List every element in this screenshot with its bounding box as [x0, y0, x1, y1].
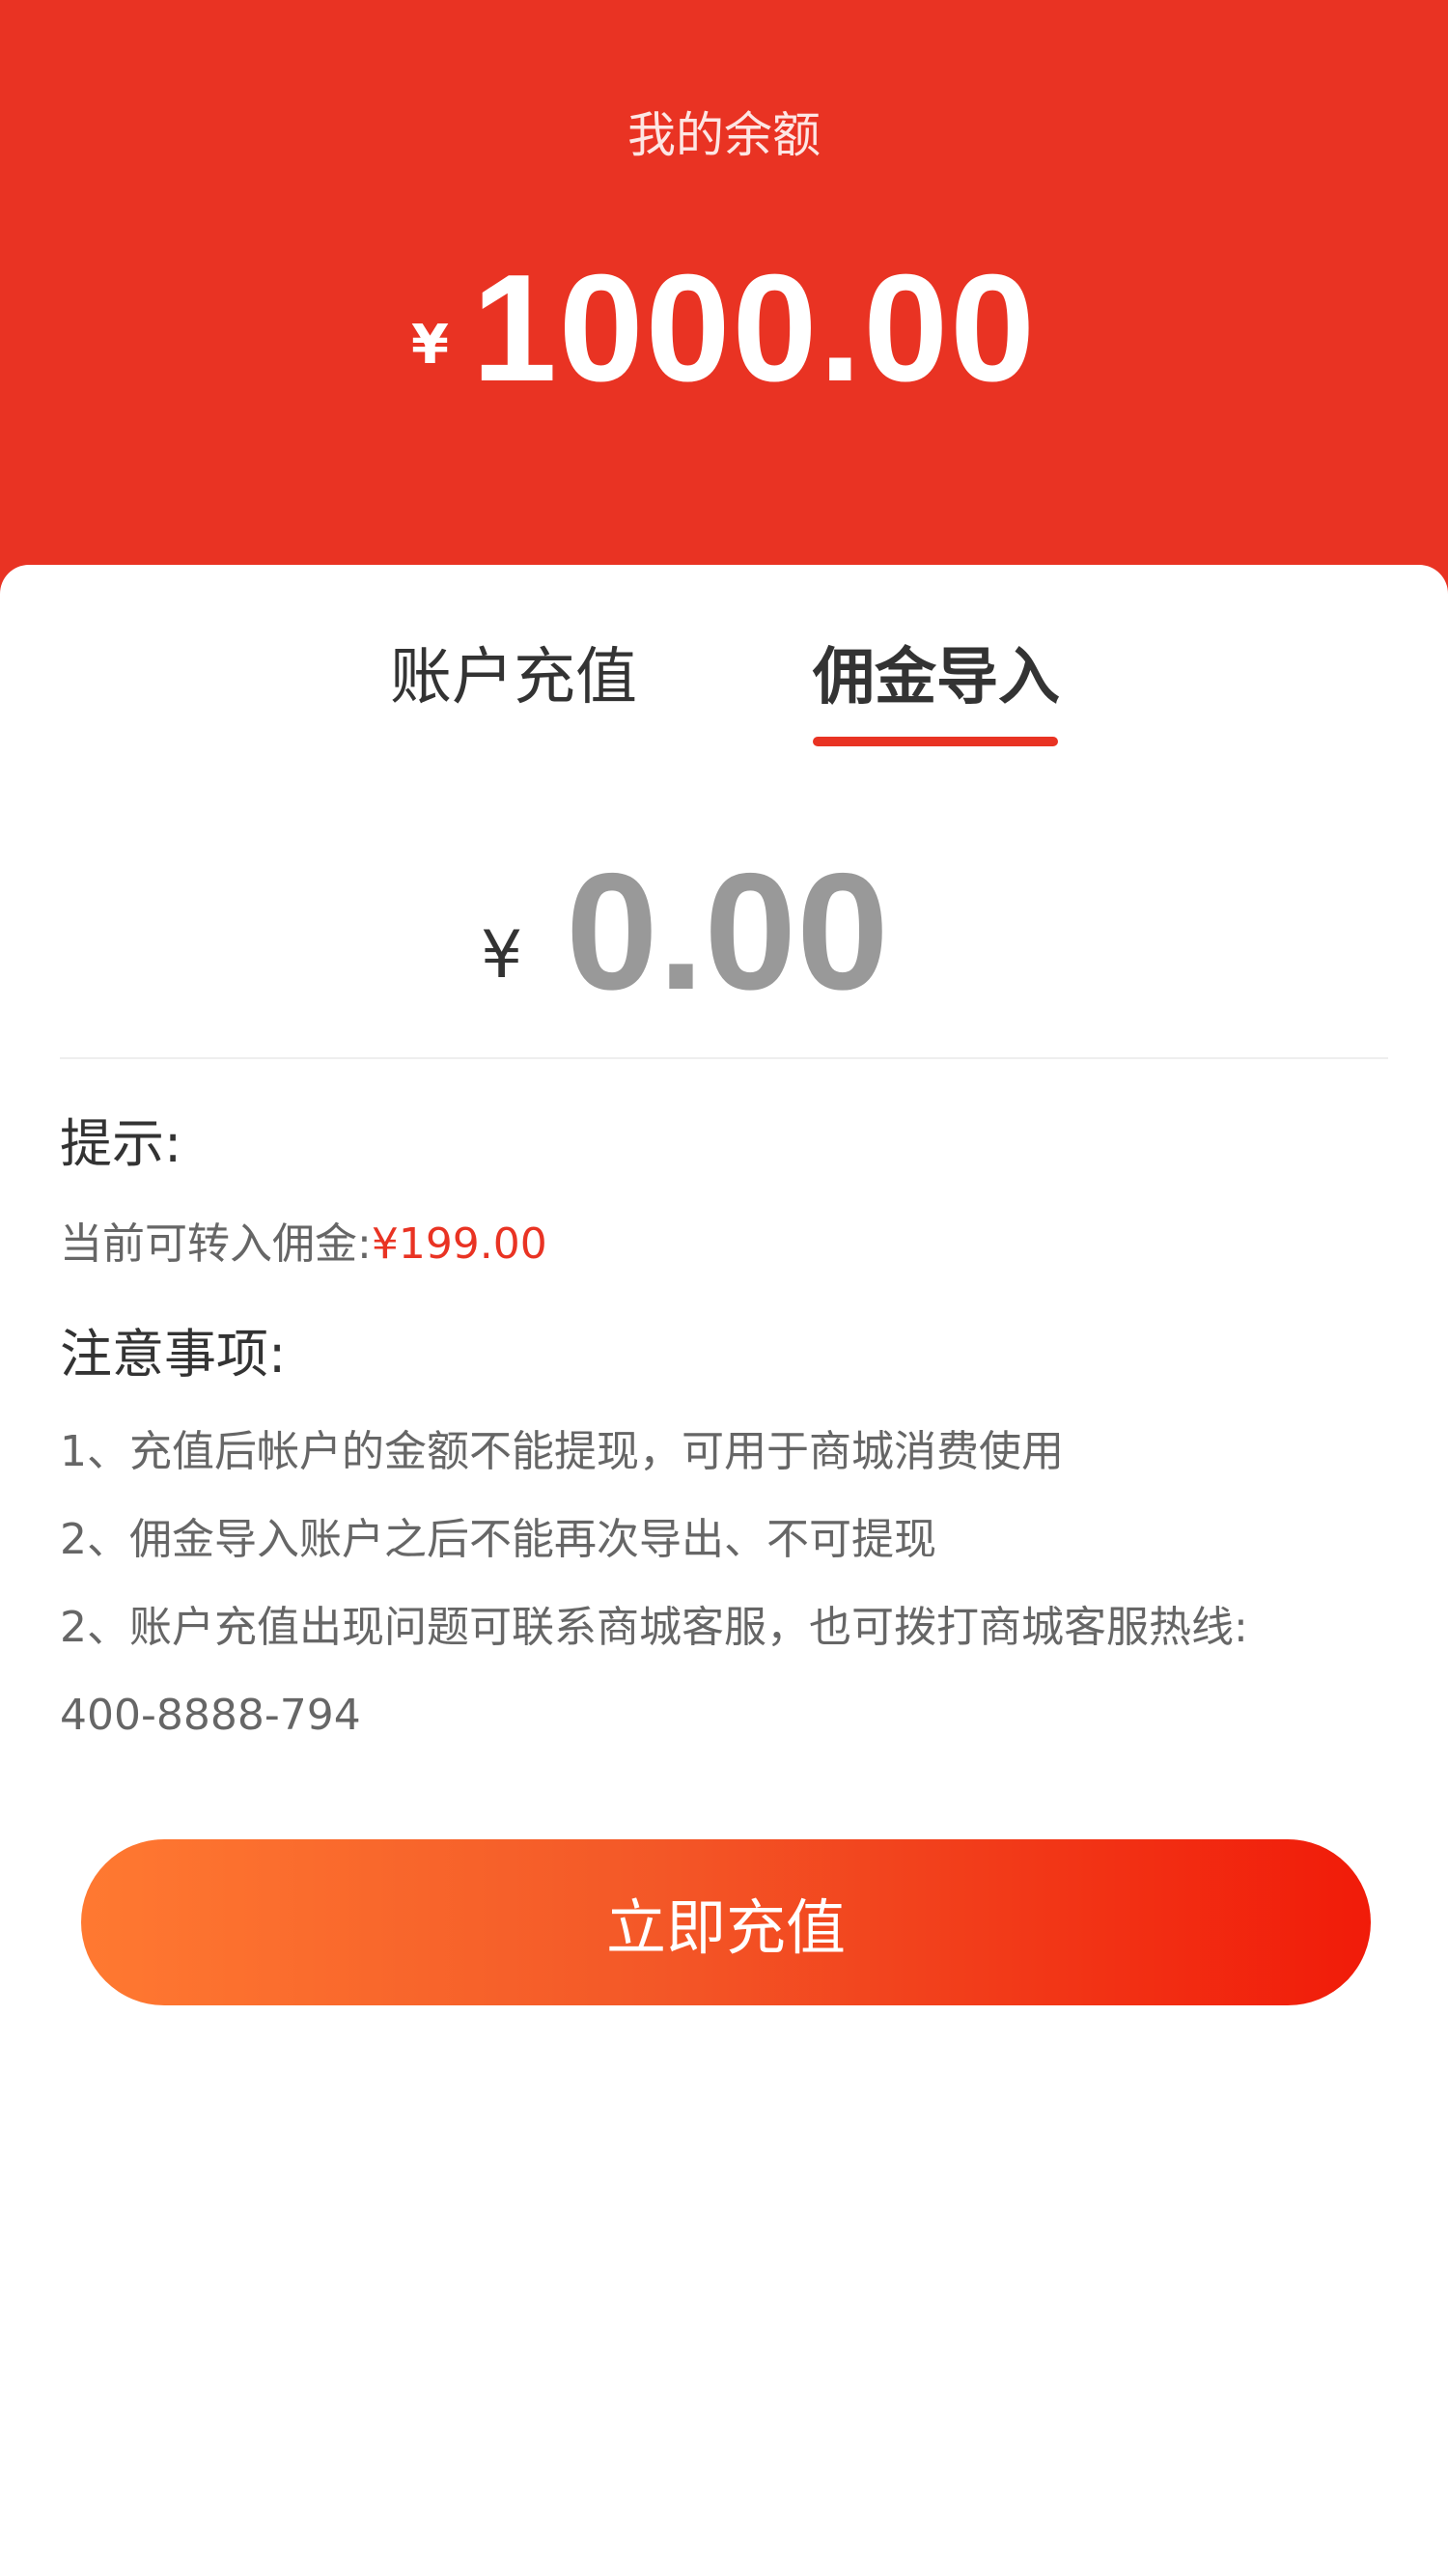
note-item: 400-8888-794 — [60, 1691, 361, 1740]
amount-input-row: ¥ — [60, 850, 1388, 1059]
tab-commission-import[interactable]: 佣金导入 — [813, 628, 1060, 716]
active-tab-indicator — [813, 737, 1058, 746]
commission-value: ¥199.00 — [371, 1219, 547, 1269]
amount-currency-symbol: ¥ — [481, 917, 523, 994]
balance-value: 1000.00 — [471, 243, 1038, 413]
balance-amount: ¥1000.00 — [0, 241, 1448, 416]
recharge-tabs: 账户充值 佣金导入 — [0, 618, 1448, 753]
tips-title: 提示: — [60, 1113, 182, 1174]
commission-info: 当前可转入佣金:¥199.00 — [60, 1209, 547, 1271]
tab-account-recharge[interactable]: 账户充值 — [390, 628, 637, 716]
notes-title: 注意事项: — [60, 1324, 287, 1385]
balance-currency-symbol: ¥ — [410, 314, 449, 377]
note-item: 1、充值后帐户的金额不能提现，可用于商城消费使用 — [60, 1427, 1064, 1476]
balance-header: 我的余额 ¥1000.00 — [0, 0, 1448, 618]
note-item: 2、账户充值出现问题可联系商城客服，也可拨打商城客服热线: — [60, 1603, 1248, 1652]
balance-label: 我的余额 — [627, 107, 821, 163]
commission-label: 当前可转入佣金: — [60, 1219, 372, 1269]
recharge-now-button[interactable]: 立即充值 — [81, 1839, 1371, 2005]
notes-list: 1、充值后帐户的金额不能提现，可用于商城消费使用 2、佣金导入账户之后不能再次导… — [60, 1408, 1388, 1759]
note-item: 2、佣金导入账户之后不能再次导出、不可提现 — [60, 1515, 936, 1564]
amount-input[interactable] — [566, 850, 1106, 1014]
